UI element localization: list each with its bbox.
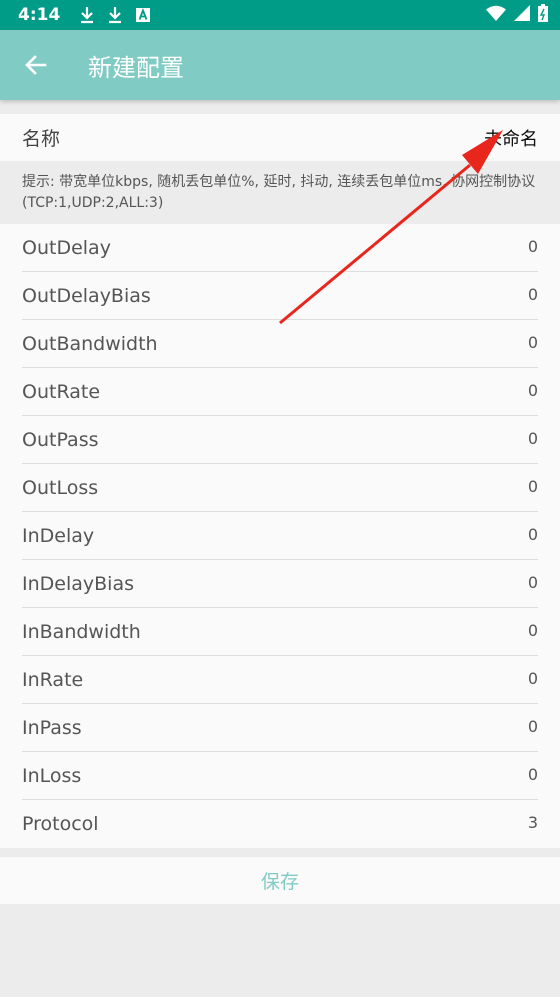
- param-row-outdelaybias[interactable]: OutDelayBias 0: [0, 272, 560, 320]
- back-button[interactable]: [22, 51, 50, 79]
- param-row-inpass[interactable]: InPass 0: [0, 704, 560, 752]
- param-key: OutPass: [22, 429, 99, 451]
- param-value[interactable]: 0: [528, 765, 538, 784]
- param-row-outdelay[interactable]: OutDelay 0: [0, 224, 560, 272]
- download-icon: [80, 6, 94, 24]
- param-row-indelay[interactable]: InDelay 0: [0, 512, 560, 560]
- param-row-inrate[interactable]: InRate 0: [0, 656, 560, 704]
- download-icon: [108, 6, 122, 24]
- param-key: InBandwidth: [22, 621, 141, 643]
- param-key: OutRate: [22, 381, 101, 403]
- param-key: InRate: [22, 669, 84, 691]
- battery-icon: [538, 3, 548, 27]
- param-value[interactable]: 0: [528, 669, 538, 688]
- arrow-left-icon: [25, 55, 47, 75]
- wifi-icon: [486, 5, 506, 26]
- name-label: 名称: [22, 128, 61, 150]
- param-row-outbandwidth[interactable]: OutBandwidth 0: [0, 320, 560, 368]
- param-list: OutDelay 0 OutDelayBias 0 OutBandwidth 0…: [0, 224, 560, 848]
- param-value[interactable]: 0: [528, 429, 538, 448]
- param-key: InPass: [22, 717, 82, 739]
- param-value[interactable]: 0: [528, 477, 538, 496]
- param-value[interactable]: 0: [528, 717, 538, 736]
- param-value[interactable]: 0: [528, 381, 538, 400]
- name-field[interactable]: 名称 未命名: [0, 114, 560, 161]
- param-key: Protocol: [22, 813, 99, 835]
- page-title: 新建配置: [88, 53, 184, 82]
- status-bar: 4:14: [0, 0, 560, 30]
- param-value[interactable]: 0: [528, 525, 538, 544]
- param-value[interactable]: 0: [528, 573, 538, 592]
- param-row-outrate[interactable]: OutRate 0: [0, 368, 560, 416]
- text-icon: [136, 8, 151, 22]
- param-key: OutLoss: [22, 477, 99, 499]
- param-key: OutDelay: [22, 237, 111, 259]
- signal-icon: [514, 4, 530, 26]
- hint-text: 提示: 带宽单位kbps, 随机丢包单位%, 延时, 抖动, 连续丢包单位ms,…: [0, 161, 560, 224]
- param-value[interactable]: 0: [528, 237, 538, 256]
- param-key: InDelayBias: [22, 573, 134, 595]
- save-button[interactable]: 保存: [0, 857, 560, 904]
- param-row-outloss[interactable]: OutLoss 0: [0, 464, 560, 512]
- param-row-inloss[interactable]: InLoss 0: [0, 752, 560, 800]
- param-key: OutBandwidth: [22, 333, 158, 355]
- param-value[interactable]: 3: [528, 813, 538, 832]
- param-row-outpass[interactable]: OutPass 0: [0, 416, 560, 464]
- param-row-indelaybias[interactable]: InDelayBias 0: [0, 560, 560, 608]
- param-value[interactable]: 0: [528, 285, 538, 304]
- param-value[interactable]: 0: [528, 621, 538, 640]
- param-value[interactable]: 0: [528, 333, 538, 352]
- param-row-inbandwidth[interactable]: InBandwidth 0: [0, 608, 560, 656]
- param-key: InLoss: [22, 765, 82, 787]
- param-key: OutDelayBias: [22, 285, 151, 307]
- param-key: InDelay: [22, 525, 95, 547]
- app-bar: 新建配置: [0, 30, 560, 100]
- name-value[interactable]: 未命名: [484, 125, 538, 151]
- param-row-protocol[interactable]: Protocol 3: [0, 800, 560, 848]
- status-time: 4:14: [18, 5, 61, 25]
